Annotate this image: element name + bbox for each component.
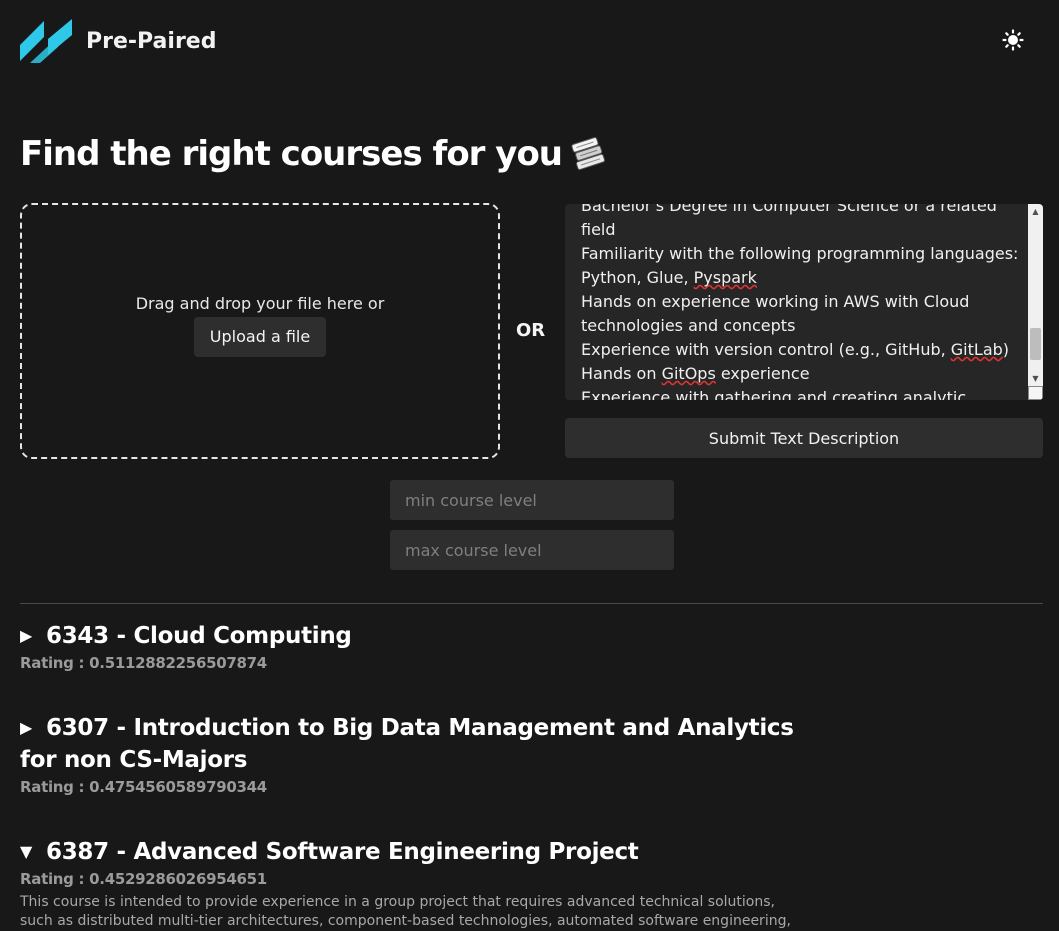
spellcheck-word: Pyspark (693, 268, 757, 287)
job-description-textarea[interactable]: Bachelor's Degree in Computer Science or… (565, 204, 1043, 400)
page-title: Find the right courses for you (20, 134, 608, 174)
scroll-down-arrow-icon[interactable]: ▼ (1028, 371, 1043, 386)
description-line: Hands on experience working in AWS with … (581, 292, 970, 335)
submit-description-button[interactable]: Submit Text Description (565, 418, 1043, 458)
course-result: ▶ 6343 - Cloud Computing Rating : 0.51128… (20, 620, 810, 672)
resize-grip-icon[interactable] (1028, 386, 1043, 400)
spellcheck-word: GitLab (950, 340, 1003, 359)
min-course-level-input[interactable] (390, 480, 674, 520)
results-divider (20, 603, 1043, 604)
or-separator: OR (516, 320, 546, 341)
sun-icon (1002, 29, 1024, 51)
max-course-level-input[interactable] (390, 530, 674, 570)
rating-label: Rating : (20, 654, 85, 672)
course-toggle[interactable]: ▶ 6343 - Cloud Computing (20, 620, 810, 652)
rating-label: Rating : (20, 870, 85, 888)
course-result: ▼ 6387 - Advanced Software Engineering Pr… (20, 836, 810, 931)
collapsed-triangle-icon: ▶ (20, 718, 33, 737)
page-title-text: Find the right courses for you (20, 134, 563, 174)
course-rating: Rating : 0.4754560589790344 (20, 778, 810, 796)
rating-value: 0.5112882256507874 (89, 654, 267, 672)
pre-paired-logo[interactable] (20, 19, 72, 63)
course-rating: Rating : 0.4529286026954651 (20, 870, 810, 888)
expanded-triangle-icon: ▼ (20, 842, 33, 861)
course-title: 6387 - Advanced Software Engineering Pro… (46, 839, 639, 865)
scroll-up-arrow-icon[interactable]: ▲ (1028, 204, 1043, 219)
course-result: ▶ 6307 - Introduction to Big Data Managem… (20, 712, 810, 796)
upload-file-button[interactable]: Upload a file (193, 316, 327, 357)
course-rating: Rating : 0.5112882256507874 (20, 654, 810, 672)
books-icon (571, 137, 606, 171)
course-description: This course is intended to provide exper… (20, 894, 791, 929)
collapsed-triangle-icon: ▶ (20, 626, 33, 645)
scrollbar-thumb[interactable] (1030, 328, 1041, 360)
course-title: 6343 - Cloud Computing (46, 623, 352, 649)
description-line-2a: Python, Glue, (581, 268, 694, 287)
job-description-text: Bachelor's Degree in Computer Science or… (581, 204, 1023, 400)
rating-value: 0.4529286026954651 (89, 870, 267, 888)
course-toggle[interactable]: ▶ 6307 - Introduction to Big Data Managem… (20, 712, 810, 776)
rating-value: 0.4754560589790344 (89, 778, 267, 796)
course-toggle[interactable]: ▼ 6387 - Advanced Software Engineering Pr… (20, 836, 810, 868)
textarea-scrollbar[interactable]: ▲ ▼ (1028, 204, 1043, 400)
description-line: Bachelor's Degree in Computer Science or… (581, 204, 997, 239)
app-header: Pre-Paired (20, 18, 1039, 64)
spellcheck-word: GitOps (661, 364, 716, 383)
rating-label: Rating : (20, 778, 85, 796)
brand-name[interactable]: Pre-Paired (86, 29, 216, 54)
theme-toggle-button[interactable] (1001, 28, 1025, 52)
description-line: Experience with gathering and creating a… (581, 388, 967, 400)
course-title: 6307 - Introduction to Big Data Manageme… (20, 715, 794, 773)
file-dropzone[interactable]: Drag and drop your file here or Upload a… (20, 203, 500, 459)
dropzone-prompt: Drag and drop your file here or (135, 293, 385, 313)
